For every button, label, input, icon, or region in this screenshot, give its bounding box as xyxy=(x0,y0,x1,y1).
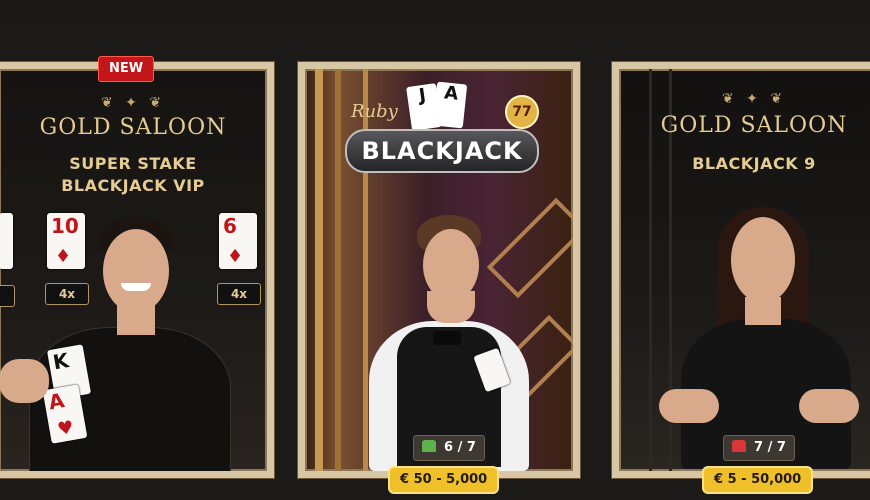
blackjack-logo: BLACKJACK xyxy=(345,129,539,173)
playing-card: 6 ♦ xyxy=(219,213,257,269)
ornament-icon: ❦ ✦ ❦ xyxy=(721,91,787,107)
decor-diamond xyxy=(486,197,573,299)
multiplier-badge: 4x xyxy=(217,283,261,305)
seat-icon xyxy=(422,440,436,452)
table-subtitle: BLACKJACK 9 xyxy=(692,154,816,173)
dealer-hand xyxy=(0,359,49,403)
table-subtitle-line2: BLACKJACK VIP xyxy=(61,176,205,195)
decor-pillar xyxy=(335,69,341,471)
table-card-gold-saloon-blackjack-9[interactable]: ❦ ✦ ❦ GOLD SALOON BLACKJACK 9 7 / 7 xyxy=(612,62,870,478)
multiplier-badge: 4x xyxy=(45,283,89,305)
seat-count: 7 / 7 xyxy=(723,435,795,461)
ornament-icon: ❦ ✦ ❦ xyxy=(100,95,166,111)
seat-count: 6 / 7 xyxy=(413,435,485,461)
playing-card-partial xyxy=(0,213,13,269)
table-subtitle-line1: SUPER STAKE xyxy=(69,154,197,173)
bet-limit-button[interactable]: € 5 - 50,000 xyxy=(702,466,814,494)
new-badge: NEW xyxy=(98,56,154,82)
multiplier-badge-partial xyxy=(0,285,15,307)
top-bar xyxy=(0,0,870,23)
logo-card: A xyxy=(432,81,468,129)
decor-pillar xyxy=(315,69,323,471)
playing-card: 10 ♦ xyxy=(47,213,85,269)
table-card-gold-saloon-super-stake[interactable]: ❦ ✦ ❦ GOLD SALOON SUPER STAKE BLACKJACK … xyxy=(0,62,274,478)
seat-icon xyxy=(732,440,746,452)
logo-script: Ruby xyxy=(351,101,398,122)
bet-limit-button[interactable]: € 50 - 5,000 xyxy=(388,466,500,494)
brand-title: GOLD SALOON xyxy=(660,113,848,138)
table-card-ruby-blackjack[interactable]: J A Ruby 77 BLACKJACK 6 / 7 xyxy=(298,62,580,478)
logo-badge: 77 xyxy=(505,95,539,129)
brand-title: GOLD SALOON xyxy=(39,115,227,140)
